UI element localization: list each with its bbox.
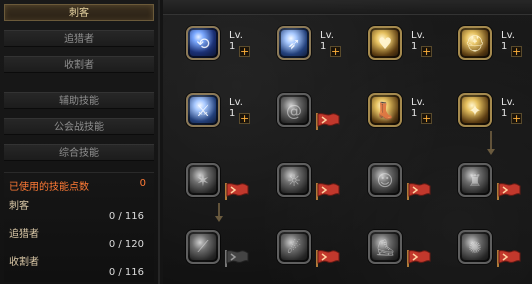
- learn-flag-icon: [496, 248, 522, 268]
- skill-icon[interactable]: ♜: [458, 163, 492, 197]
- assassin-points-value: 0 / 116: [108, 211, 144, 222]
- skill-icon[interactable]: ☼: [277, 163, 311, 197]
- add-skill-point-button[interactable]: +: [330, 46, 341, 57]
- skill-icon[interactable]: ♥: [368, 26, 402, 60]
- spiral-icon: @: [286, 100, 302, 120]
- learn-flag-icon: [224, 248, 250, 268]
- skill-icon[interactable]: @: [277, 93, 311, 127]
- skill-slot[interactable]: ✦ Lv. 1 +: [435, 67, 522, 127]
- slash-icon: ⟋: [197, 237, 209, 256]
- add-skill-point-button[interactable]: +: [421, 46, 432, 57]
- skill-slot[interactable]: ⛸: [345, 204, 431, 267]
- skill-slot[interactable]: ⟲ Lv. 1 +: [163, 0, 250, 60]
- skill-icon[interactable]: ☄: [277, 230, 311, 264]
- skill-slot[interactable]: ☼: [254, 137, 340, 200]
- add-skill-point-button[interactable]: +: [239, 113, 250, 124]
- skill-icon[interactable]: ✺: [458, 230, 492, 264]
- add-skill-point-button[interactable]: +: [421, 113, 432, 124]
- skill-icon[interactable]: ⛑: [458, 26, 492, 60]
- strike-icon: ⚔: [195, 100, 211, 120]
- learn-flag-icon: [406, 181, 432, 201]
- skill-icon[interactable]: ⛸: [368, 230, 402, 264]
- left-panel: 刺客 追猎者 收割者 辅助技能 公会战技能 综合技能 已使用的技能点数 0 刺客…: [0, 0, 160, 284]
- skill-slot[interactable]: ♜: [435, 137, 521, 200]
- skill-icon[interactable]: ⟲: [186, 26, 220, 60]
- used-skill-points-value: 0: [139, 178, 146, 189]
- used-skill-points-label: 已使用的技能点数: [9, 182, 89, 193]
- skill-icon[interactable]: ✦: [458, 93, 492, 127]
- skill-slot[interactable]: ⚔ Lv. 1 +: [163, 67, 250, 127]
- beast-icon: ☼: [286, 170, 302, 190]
- tab-reaper[interactable]: 收割者: [4, 56, 154, 73]
- boot-icon: 👢: [375, 100, 395, 120]
- skill-icon[interactable]: ⟋: [186, 230, 220, 264]
- tab-support-skills[interactable]: 辅助技能: [4, 92, 154, 109]
- add-skill-point-button[interactable]: +: [511, 46, 522, 57]
- skill-slot[interactable]: ☺: [345, 137, 431, 200]
- skill-slot[interactable]: ✶: [163, 137, 249, 200]
- add-skill-point-button[interactable]: +: [239, 46, 250, 57]
- shuriken-icon: ✶: [196, 170, 210, 190]
- add-skill-point-button[interactable]: +: [511, 113, 522, 124]
- tab-general-skills[interactable]: 综合技能: [4, 144, 154, 161]
- tab-guild-war-skills[interactable]: 公会战技能: [4, 118, 154, 135]
- skill-slot[interactable]: ✺: [435, 204, 521, 267]
- heart-icon: ♥: [377, 33, 393, 53]
- hunter-points-value: 0 / 120: [108, 239, 144, 250]
- skill-icon[interactable]: ☺: [368, 163, 402, 197]
- skill-slot[interactable]: ➶ Lv. 1 +: [254, 0, 341, 60]
- boot-icon: ⛸: [374, 237, 396, 257]
- skill-slot[interactable]: @: [254, 67, 340, 130]
- learn-flag-icon: [406, 248, 432, 268]
- skill-tree: ⟲ Lv. 1 + ➶ Lv. 1 + ♥ Lv. 1 + ⛑ Lv. 1 + …: [163, 0, 532, 284]
- wing-icon: ✦: [468, 100, 482, 120]
- learn-flag-icon: [496, 181, 522, 201]
- skill-icon[interactable]: ⚔: [186, 93, 220, 127]
- swirl-icon: ⟲: [196, 33, 210, 53]
- learn-flag-icon: [224, 181, 250, 201]
- learn-flag-icon: [315, 181, 341, 201]
- warrior-icon: ♜: [467, 170, 483, 190]
- helmet-icon: ⛑: [464, 33, 486, 53]
- reaper-points-value: 0 / 116: [108, 267, 144, 278]
- skill-slot[interactable]: ♥ Lv. 1 +: [345, 0, 432, 60]
- flame-icon: ☄: [286, 237, 302, 257]
- reaper-points-label: 收割者: [9, 257, 39, 268]
- skill-slot[interactable]: ⟋: [163, 204, 249, 267]
- learn-flag-icon: [315, 248, 341, 268]
- skill-slot[interactable]: 👢 Lv. 1 +: [345, 67, 432, 127]
- skill-icon[interactable]: 👢: [368, 93, 402, 127]
- skill-icon[interactable]: ➶: [277, 26, 311, 60]
- assassin-points-label: 刺客: [9, 201, 29, 212]
- tab-assassin[interactable]: 刺客: [4, 4, 154, 21]
- burst-icon: ✺: [468, 237, 482, 257]
- hunter-points-label: 追猎者: [9, 229, 39, 240]
- skill-icon[interactable]: ✶: [186, 163, 220, 197]
- learn-flag-icon: [315, 111, 341, 131]
- skill-slot[interactable]: ☄: [254, 204, 340, 267]
- skill-points-summary: 已使用的技能点数 0 刺客 0 / 116 追猎者 0 / 120 收割者 0 …: [4, 172, 154, 282]
- skill-slot[interactable]: ⛑ Lv. 1 +: [435, 0, 522, 60]
- tab-hunter[interactable]: 追猎者: [4, 30, 154, 47]
- figure-icon: ☺: [376, 170, 394, 190]
- dash-icon: ➶: [287, 33, 301, 53]
